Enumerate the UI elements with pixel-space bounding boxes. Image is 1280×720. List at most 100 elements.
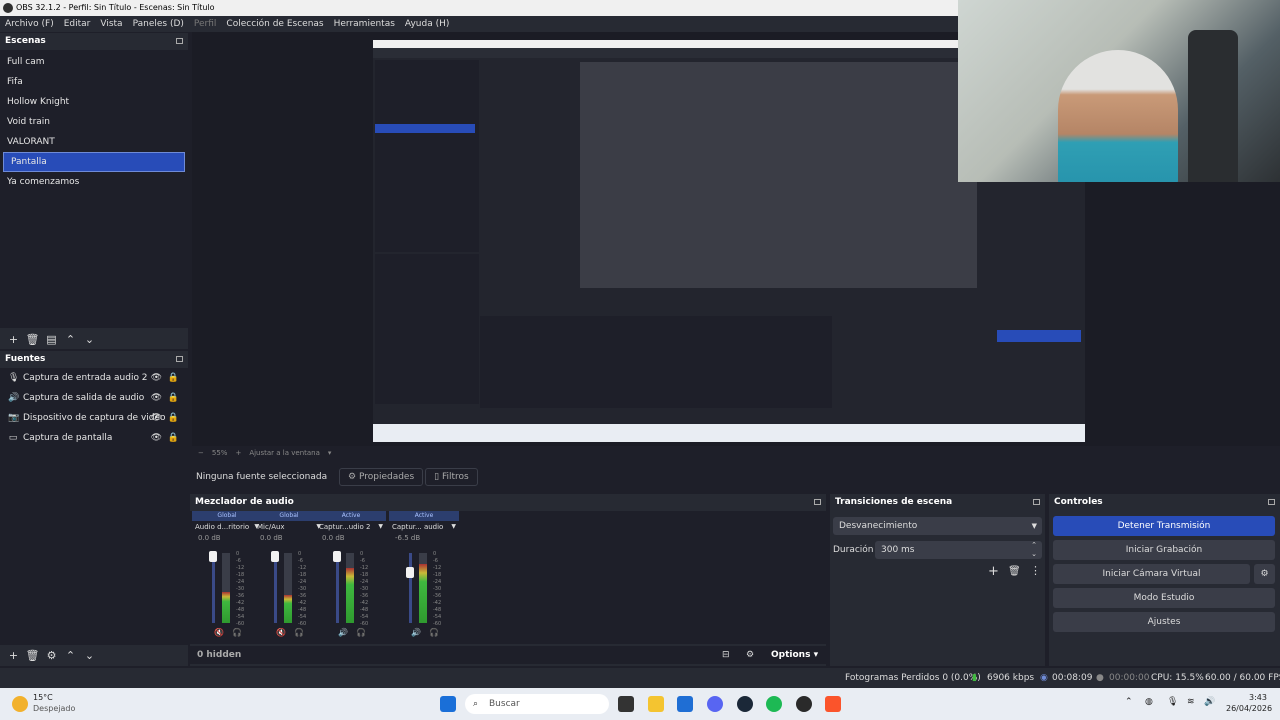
speaker-icon[interactable]: 🔊: [338, 628, 348, 637]
scene-item-valorant[interactable]: VALORANT: [0, 132, 188, 152]
add-transition-icon[interactable]: +: [988, 564, 999, 579]
eye-icon[interactable]: 👁: [151, 413, 162, 423]
taskbar-search[interactable]: ⌕ Buscar: [465, 694, 609, 714]
volume-slider[interactable]: [212, 553, 215, 623]
move-down-icon[interactable]: ⌄: [82, 649, 97, 662]
menu-herramientas[interactable]: Herramientas: [329, 19, 400, 29]
network-icon[interactable]: ◍: [1145, 697, 1153, 707]
eye-icon[interactable]: 👁: [151, 393, 162, 403]
steam-icon[interactable]: [737, 696, 753, 712]
microphone-icon[interactable]: 🎙: [1167, 697, 1178, 707]
settings-icon[interactable]: ⚙: [746, 646, 754, 664]
obs-icon[interactable]: [796, 696, 812, 712]
volume-slider[interactable]: [336, 553, 339, 623]
spotify-icon[interactable]: [766, 696, 782, 712]
stop-streaming-button[interactable]: Detener Transmisión: [1053, 516, 1275, 536]
undock-icon[interactable]: [814, 499, 821, 505]
task-view-icon[interactable]: [618, 696, 634, 712]
slider-handle[interactable]: [271, 551, 279, 562]
slider-handle[interactable]: [406, 567, 414, 578]
channel-name[interactable]: Captur... audio ▼: [389, 521, 459, 533]
zoom-out-icon[interactable]: −: [198, 449, 204, 457]
headphones-icon[interactable]: 🎧: [356, 628, 366, 637]
remove-scene-icon[interactable]: 🗑: [25, 333, 40, 346]
scene-item-void-train[interactable]: Void train: [0, 112, 188, 132]
store-icon[interactable]: [677, 696, 693, 712]
source-item[interactable]: 🔊 Captura de salida de audio 👁 🔒: [0, 388, 188, 408]
source-item[interactable]: 📷 Dispositivo de captura de video 👁 🔒: [0, 408, 188, 428]
scene-item-full-cam[interactable]: Full cam: [0, 52, 188, 72]
move-up-icon[interactable]: ⌃: [63, 649, 78, 662]
start-virtual-camera-button[interactable]: Iniciar Cámara Virtual: [1053, 564, 1250, 584]
menu-perfil[interactable]: Perfil: [189, 19, 222, 29]
start-recording-button[interactable]: Iniciar Grabación: [1053, 540, 1275, 560]
zoom-in-icon[interactable]: +: [235, 449, 241, 457]
weather-icon[interactable]: [12, 696, 28, 712]
slider-handle[interactable]: [333, 551, 341, 562]
volume-slider[interactable]: [409, 553, 412, 623]
eye-icon[interactable]: 👁: [151, 433, 162, 443]
lock-icon[interactable]: 🔒: [168, 413, 179, 423]
channel-name[interactable]: Audio d...ritorio ▼: [192, 521, 262, 533]
scene-item-ya-comenzamos[interactable]: Ya comenzamos: [0, 172, 188, 192]
headphones-icon[interactable]: 🎧: [232, 628, 242, 637]
add-scene-icon[interactable]: +: [6, 333, 21, 346]
lock-icon[interactable]: 🔒: [168, 433, 179, 443]
move-down-icon[interactable]: ⌄: [82, 333, 97, 346]
filters-button[interactable]: ▯ Filtros: [425, 468, 478, 486]
clock-time[interactable]: 3:43: [1249, 693, 1267, 702]
wifi-icon[interactable]: ≋: [1187, 697, 1195, 707]
menu-vista[interactable]: Vista: [95, 19, 127, 29]
studio-mode-button[interactable]: Modo Estudio: [1053, 588, 1275, 608]
source-item[interactable]: 🎙 Captura de entrada audio 2 👁 🔒: [0, 368, 188, 388]
transition-select[interactable]: Desvanecimiento ▼: [833, 517, 1042, 535]
duration-spinbox[interactable]: 300 ms ⌃ ⌄: [875, 541, 1042, 559]
lock-icon[interactable]: 🔒: [168, 393, 179, 403]
more-options-icon[interactable]: ⋮: [1030, 564, 1041, 577]
chevron-up-icon[interactable]: ⌃: [1125, 697, 1133, 707]
undock-icon[interactable]: [1033, 499, 1040, 505]
mute-icon[interactable]: 🔇: [276, 628, 286, 637]
menu-ayuda[interactable]: Ayuda (H): [400, 19, 454, 29]
move-up-icon[interactable]: ⌃: [63, 333, 78, 346]
source-settings-icon[interactable]: ⚙: [44, 649, 59, 662]
speaker-icon[interactable]: 🔊: [411, 628, 421, 637]
brave-icon[interactable]: [825, 696, 841, 712]
scene-filters-icon[interactable]: ▤: [44, 333, 59, 346]
channel-name[interactable]: Captur...udio 2 ▼: [316, 521, 386, 533]
options-button[interactable]: Options ▾: [771, 646, 818, 664]
menu-paneles[interactable]: Paneles (D): [128, 19, 189, 29]
discord-icon[interactable]: [707, 696, 723, 712]
windows-start-icon[interactable]: [440, 696, 456, 712]
remove-source-icon[interactable]: 🗑: [25, 649, 40, 662]
scene-item-pantalla[interactable]: Pantalla: [3, 152, 185, 172]
stepper-icon[interactable]: ⌃ ⌄: [1031, 541, 1037, 559]
fit-window-label[interactable]: Ajustar a la ventana: [249, 449, 320, 457]
slider-handle[interactable]: [209, 551, 217, 562]
headphones-icon[interactable]: 🎧: [294, 628, 304, 637]
file-explorer-icon[interactable]: [648, 696, 664, 712]
menu-editar[interactable]: Editar: [59, 19, 96, 29]
virtual-camera-settings-icon[interactable]: ⚙: [1254, 564, 1275, 584]
lock-icon[interactable]: 🔒: [168, 373, 179, 383]
undock-icon[interactable]: [176, 38, 183, 44]
undock-icon[interactable]: [176, 356, 183, 362]
volume-icon[interactable]: 🔊: [1204, 697, 1215, 707]
chevron-down-icon[interactable]: ▾: [328, 449, 332, 457]
mute-icon[interactable]: 🔇: [214, 628, 224, 637]
scene-item-hollow-knight[interactable]: Hollow Knight: [0, 92, 188, 112]
remove-transition-icon[interactable]: 🗑: [1008, 566, 1021, 577]
properties-button[interactable]: ⚙ Propiedades: [339, 468, 424, 486]
eye-icon[interactable]: 👁: [151, 373, 162, 383]
channel-name[interactable]: Mic/Aux ▼: [254, 521, 324, 533]
source-item[interactable]: ▭ Captura de pantalla 👁 🔒: [0, 428, 188, 448]
menu-coleccion-escenas[interactable]: Colección de Escenas: [221, 19, 328, 29]
headphones-icon[interactable]: 🎧: [429, 628, 439, 637]
layout-icon[interactable]: ⊟: [722, 646, 730, 664]
settings-button[interactable]: Ajustes: [1053, 612, 1275, 632]
add-source-icon[interactable]: +: [6, 649, 21, 662]
clock-date[interactable]: 26/04/2026: [1226, 704, 1272, 713]
volume-slider[interactable]: [274, 553, 277, 623]
undock-icon[interactable]: [1268, 499, 1275, 505]
scene-item-fifa[interactable]: Fifa: [0, 72, 188, 92]
